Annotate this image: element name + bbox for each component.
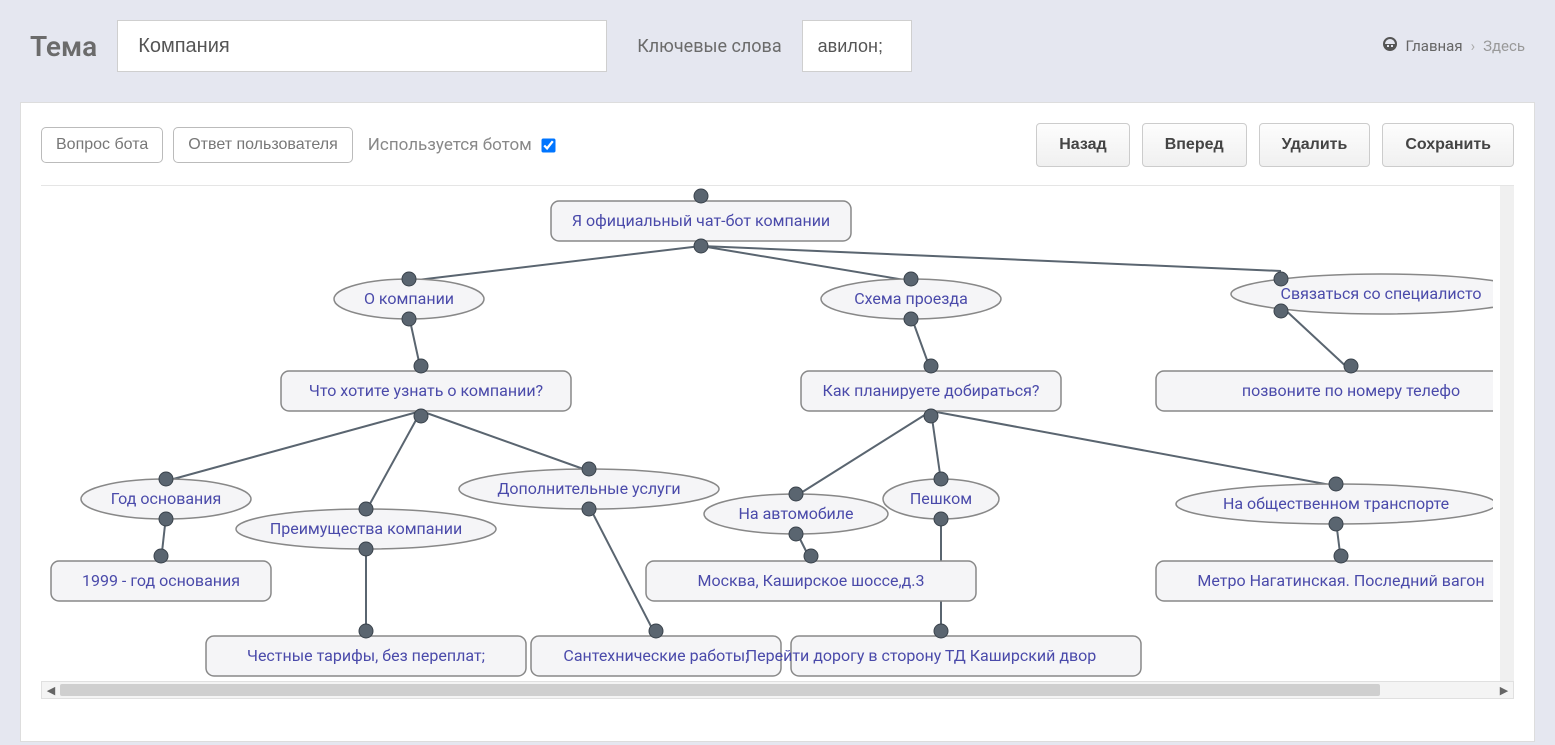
main-panel: Вопрос бота Ответ пользователя Используе… [20, 102, 1535, 742]
horizontal-scrollbar[interactable]: ◀ ▶ [41, 681, 1514, 699]
topic-input[interactable] [117, 20, 607, 72]
dashboard-icon [1382, 36, 1398, 56]
header-bar: Тема Ключевые слова Главная › Здесь [0, 0, 1555, 92]
vertical-scrollbar-thumb[interactable] [1502, 194, 1512, 264]
keywords-label: Ключевые слова [637, 36, 781, 57]
keywords-input[interactable] [802, 20, 912, 72]
back-button[interactable]: Назад [1036, 123, 1129, 167]
svg-text:О компании: О компании [364, 289, 454, 308]
diagram-canvas[interactable]: Я официальный чат-бот компании О компани… [41, 186, 1514, 681]
svg-text:Схема проезда: Схема проезда [854, 289, 968, 308]
svg-text:На автомобиле: На автомобиле [738, 504, 853, 523]
delete-button[interactable]: Удалить [1259, 123, 1371, 167]
svg-text:Связаться со специалисто: Связаться со специалисто [1281, 284, 1482, 303]
svg-text:На общественном транспорте: На общественном транспорте [1223, 494, 1449, 513]
flowchart-svg: Я официальный чат-бот компании О компани… [41, 186, 1493, 681]
svg-text:Я официальный чат-бот компании: Я официальный чат-бот компании [572, 211, 830, 230]
save-button[interactable]: Сохранить [1382, 123, 1514, 167]
breadcrumb-separator: › [1471, 37, 1476, 55]
svg-text:Москва, Каширское шоссе,д.3: Москва, Каширское шоссе,д.3 [698, 571, 925, 590]
svg-text:Как планируете добираться?: Как планируете добираться? [823, 381, 1040, 400]
page-title: Тема [30, 30, 97, 63]
svg-text:Преимущества компании: Преимущества компании [270, 519, 462, 538]
svg-text:1999 - год основания: 1999 - год основания [82, 571, 240, 590]
breadcrumb-home[interactable]: Главная [1406, 37, 1463, 55]
toolbar: Вопрос бота Ответ пользователя Используе… [41, 123, 1514, 186]
forward-button[interactable]: Вперед [1142, 123, 1247, 167]
breadcrumb: Главная › Здесь [1382, 36, 1525, 56]
svg-text:Пешком: Пешком [910, 489, 972, 508]
scroll-track[interactable] [60, 682, 1495, 698]
svg-text:Дополнительные услуги: Дополнительные услуги [497, 479, 680, 498]
user-answer-button[interactable]: Ответ пользователя [173, 127, 353, 163]
svg-text:Что хотите узнать о компании?: Что хотите узнать о компании? [309, 381, 543, 400]
breadcrumb-current: Здесь [1483, 37, 1525, 55]
svg-text:Перейти дорогу в сторону ТД Ка: Перейти дорогу в сторону ТД Каширский дв… [746, 646, 1097, 665]
scroll-right-icon[interactable]: ▶ [1495, 684, 1513, 697]
svg-text:позвоните по номеру телефо: позвоните по номеру телефо [1242, 381, 1460, 400]
svg-text:Честные тарифы, без переплат;: Честные тарифы, без переплат; [247, 646, 485, 665]
svg-text:Метро Нагатинская. Последний в: Метро Нагатинская. Последний вагон [1197, 571, 1484, 590]
svg-text:Год основания: Год основания [111, 489, 222, 508]
bot-question-button[interactable]: Вопрос бота [41, 127, 163, 163]
used-by-bot-label: Используется ботом [368, 135, 532, 155]
svg-text:Сантехнические работы;: Сантехнические работы; [563, 646, 748, 665]
scroll-left-icon[interactable]: ◀ [42, 684, 60, 697]
used-by-bot-checkbox[interactable] [541, 138, 555, 152]
scroll-thumb[interactable] [60, 684, 1380, 696]
